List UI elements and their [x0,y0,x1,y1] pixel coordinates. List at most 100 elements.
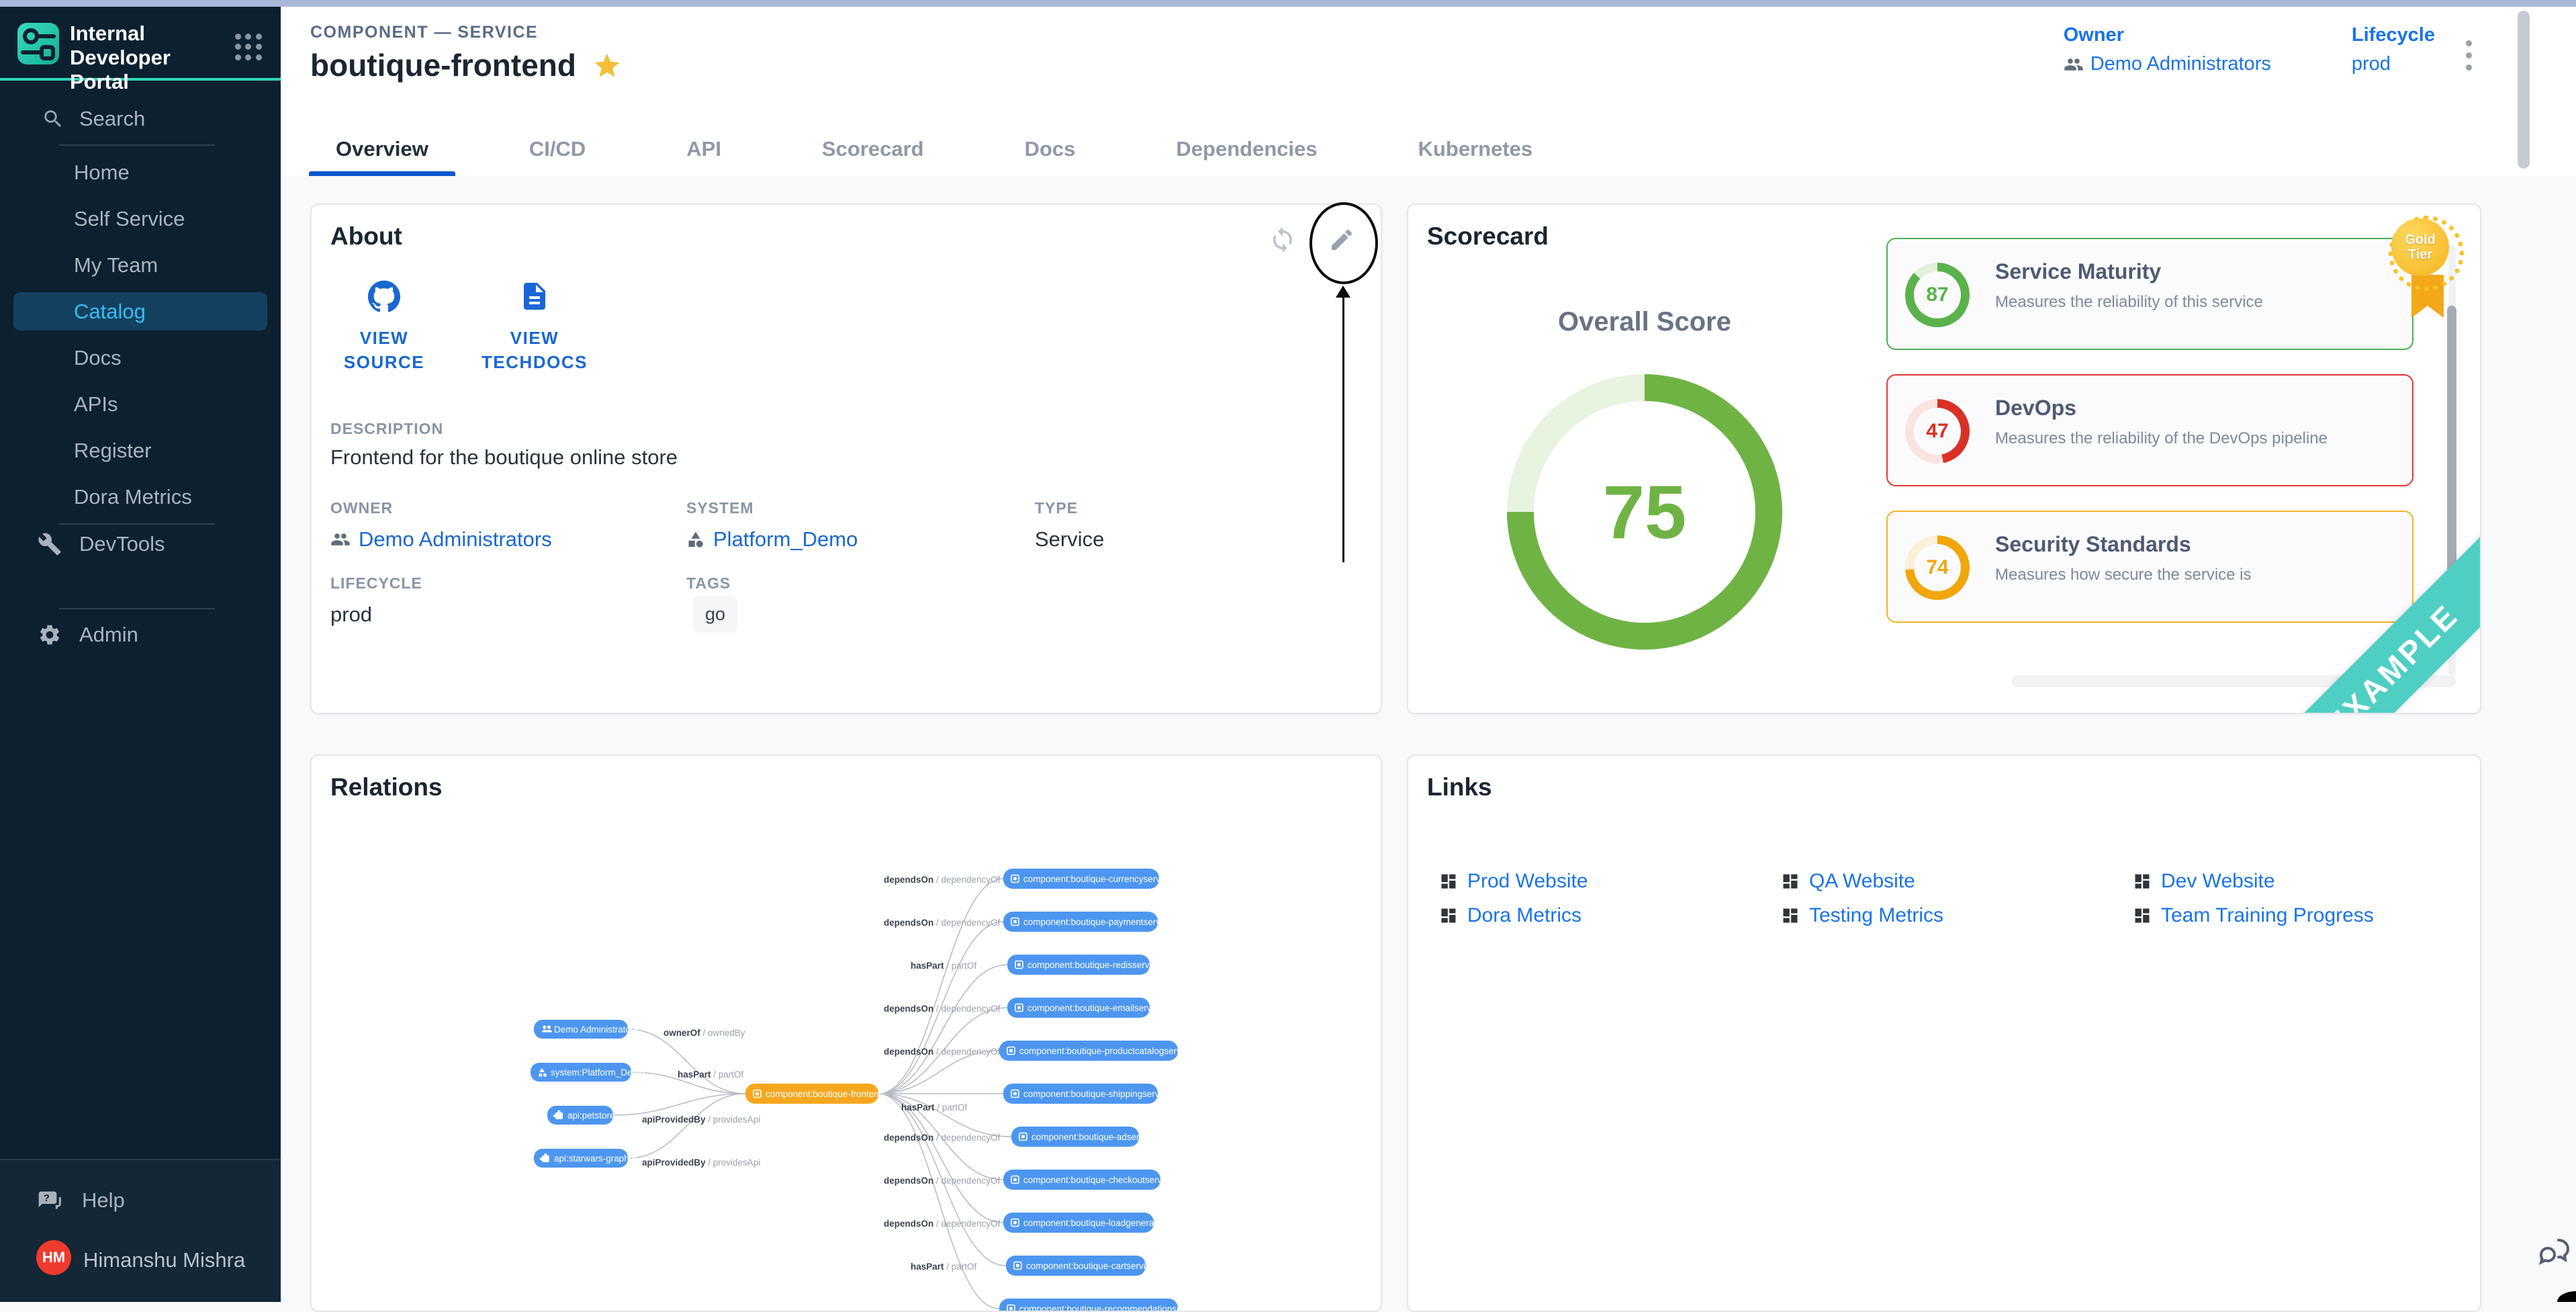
refresh-icon[interactable] [1268,225,1297,255]
page-scrollbar-thumb[interactable] [2518,11,2530,169]
system-field-value[interactable]: Platform_Demo [686,527,858,552]
link-team-training-progress[interactable]: Team Training Progress [2133,904,2374,927]
user-name[interactable]: Himanshu Mishra [83,1248,245,1272]
overall-score-value: 75 [1603,469,1687,556]
sidebar-item-devtools[interactable]: DevTools [0,524,281,564]
tab-kubernetes[interactable]: Kubernetes [1391,122,1560,176]
svg-text:component:boutique-cartservice: component:boutique-cartservice [1026,1261,1155,1271]
owner-field-label: OWNER [330,499,393,517]
tab-scorecard[interactable]: Scorecard [795,122,951,176]
metric-subtitle: Measures how secure the service is [1995,566,2252,584]
lifecycle-value: prod [2352,53,2435,75]
metric-card-devops[interactable]: 47 DevOps Measures the reliability of the … [1886,374,2413,486]
sidebar-item-my-team[interactable]: My Team [13,246,267,284]
link-label: Dev Website [2161,870,2275,893]
relation-node-demo-administrators[interactable]: Demo Administrators [534,1020,639,1039]
sidebar-footer: ? Help [0,1159,281,1302]
metric-ring: 74 [1905,535,1970,600]
relation-node-frontend[interactable]: component:boutique-frontend [745,1084,884,1104]
relation-node-starwars-graphql[interactable]: api:starwars-graphql [534,1149,636,1168]
relation-node-recommendationservice[interactable]: component:boutique-recommendationservice [999,1299,1201,1311]
lifecycle-label: Lifecycle [2352,24,2435,46]
sidebar-item-help[interactable]: ? Help [0,1180,281,1221]
dashboard-icon [1439,906,1458,925]
edit-pencil-icon[interactable] [1327,225,1356,255]
relation-node-shippingservice[interactable]: component:boutique-shippingservice [1003,1084,1171,1104]
relation-edge-label: dependsOn / dependencyOf [884,918,1001,928]
tab-api[interactable]: API [659,122,748,176]
wrench-icon [38,532,62,556]
tab-dependencies[interactable]: Dependencies [1149,122,1344,176]
view-source-label: VIEW SOURCE [330,326,438,374]
link-dev-website[interactable]: Dev Website [2133,870,2275,893]
view-source-button[interactable]: VIEW SOURCE [330,280,438,374]
lifecycle-block: Lifecycle prod [2352,24,2435,75]
relation-node-adservice[interactable]: component:boutique-adservice [1011,1127,1156,1147]
sidebar-item-catalog[interactable]: Catalog [13,292,267,331]
relation-node-productcatalogservice[interactable]: component:boutique-productcatalogservice [999,1041,1193,1061]
metric-card-security-standards[interactable]: 74 Security Standards Measures how secure … [1886,511,2413,623]
apps-grid-icon[interactable] [235,34,262,60]
tab-overview[interactable]: Overview [309,122,455,176]
metrics-scrollbar-thumb[interactable] [2447,306,2456,578]
dashboard-icon [2133,906,2152,925]
docs-icon [518,280,551,312]
metric-title: DevOps [1995,396,2076,421]
relation-edge [878,965,1007,1094]
sidebar-item-label: Admin [79,623,138,647]
system-field-label: SYSTEM [686,499,754,517]
sidebar-item-self-service[interactable]: Self Service [13,200,267,238]
metric-score-value: 74 [1914,544,1961,591]
group-icon [2064,54,2084,75]
sidebar-item-label: Home [74,161,130,185]
breadcrumb: COMPONENT — SERVICE [310,23,538,42]
relation-node-emailservice[interactable]: component:boutique-emailservice [1007,998,1163,1018]
relation-node-platform-demo[interactable]: system:Platform_Demo [531,1063,645,1082]
link-label: Dora Metrics [1467,904,1581,927]
owner-link[interactable]: Demo Administrators [2064,53,2271,75]
relation-node-paymentservice[interactable]: component:boutique-paymentservice [1003,912,1172,932]
sidebar-item-label: Dora Metrics [74,485,192,509]
link-testing-metrics[interactable]: Testing Metrics [1781,904,1943,927]
metric-card-service-maturity[interactable]: 87Service MaturityMeasures the reliabili… [1886,238,2413,350]
owner-value: Demo Administrators [2090,53,2271,75]
scorecard-title: Scorecard [1427,222,1549,251]
relation-node-redisservice[interactable]: component:boutique-redisservice [1007,955,1161,975]
relation-node-loadgenerator[interactable]: component:boutique-loadgenerator [1003,1213,1165,1233]
portal-logo[interactable] [17,23,59,64]
sidebar-item-apis[interactable]: APIs [13,385,267,423]
relation-node-currencyservice[interactable]: component:boutique-currencyservice [1003,869,1172,889]
tag-chip-go[interactable]: go [693,596,737,633]
view-techdocs-button[interactable]: VIEW TECHDOCS [481,280,588,374]
lifecycle-field-value: prod [330,603,372,627]
link-prod-website[interactable]: Prod Website [1439,870,1588,893]
relation-node-petstore[interactable]: api:petstore [547,1106,615,1125]
user-avatar[interactable]: HM [36,1240,71,1275]
link-dora-metrics[interactable]: Dora Metrics [1439,904,1581,927]
sidebar-search[interactable]: Search [0,101,281,137]
chat-widget-icon[interactable] [2536,1231,2573,1272]
sidebar-item-docs[interactable]: Docs [13,339,267,377]
entity-header: COMPONENT — SERVICE boutique-frontend Ow… [281,7,2576,176]
relation-edge [878,1094,999,1309]
sidebar-item-dora-metrics[interactable]: Dora Metrics [13,478,267,516]
sidebar-item-admin[interactable]: Admin [0,615,281,655]
metric-subtitle: Measures the reliability of the DevOps p… [1995,429,2328,448]
favorite-star-icon[interactable] [592,51,622,81]
relation-edge [628,1094,745,1158]
link-qa-website[interactable]: QA Website [1781,870,1915,893]
tab-docs[interactable]: Docs [998,122,1103,176]
sidebar-item-home[interactable]: Home [13,153,267,191]
system-category-icon [686,530,705,549]
metric-ring: 47 [1905,399,1970,464]
dashboard-icon [1439,872,1458,891]
metric-title: Security Standards [1995,532,2191,557]
relation-node-cartservice[interactable]: component:boutique-cartservice [1006,1256,1155,1276]
relation-edge-label: dependsOn / dependencyOf [884,1047,1001,1057]
relation-node-checkoutservice[interactable]: component:boutique-checkoutservice [1003,1170,1174,1190]
sidebar-item-label: Self Service [74,207,185,231]
more-options-kebab-icon[interactable] [2455,36,2482,74]
sidebar-item-register[interactable]: Register [13,431,267,470]
tab-ci-cd[interactable]: CI/CD [502,122,612,176]
owner-field-value[interactable]: Demo Administrators [330,527,552,552]
